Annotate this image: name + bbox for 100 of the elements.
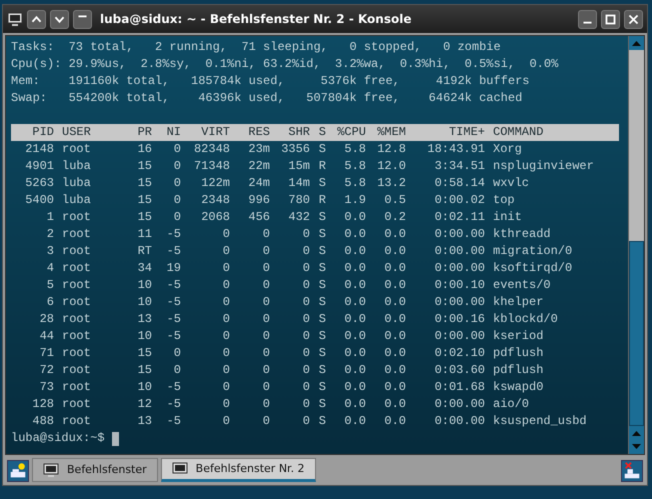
table-cell-text: 0 xyxy=(302,243,310,260)
terminal-icon xyxy=(43,462,59,478)
table-cell-text: kblockd/0 xyxy=(492,311,559,328)
scroll-up-icon[interactable] xyxy=(629,426,644,440)
table-cell-text: 0.0 xyxy=(383,226,406,243)
table-cell-text: -5 xyxy=(166,328,181,345)
table-cell-text: 0 xyxy=(222,413,230,430)
table-cell-text: 0 xyxy=(172,158,181,175)
scroll-up-icon[interactable] xyxy=(629,36,644,50)
table-cell-text: 0.0 xyxy=(343,362,366,379)
close-button[interactable] xyxy=(624,10,643,28)
table-cell-text: 456 xyxy=(247,209,270,226)
table-cell-text: 28 xyxy=(38,311,54,328)
table-cell-text: 10 xyxy=(136,379,152,396)
table-cell-text: 0:02.10 xyxy=(434,345,485,362)
table-cell-text: 10 xyxy=(136,328,152,345)
table-cell-text: S xyxy=(318,396,326,413)
table-cell-text: 0:00.00 xyxy=(434,396,485,413)
table-cell-text: pdflush xyxy=(492,345,544,362)
table-cell-text: 0 xyxy=(222,311,230,328)
minus-icon xyxy=(78,14,87,17)
table-cell-text: 0.0 xyxy=(343,345,366,362)
table-cell-text: 1 xyxy=(46,209,54,226)
table-cell-text: -5 xyxy=(166,243,181,260)
table-cell-text: 0 xyxy=(262,362,270,379)
table-cell-text: 4901 xyxy=(24,158,54,175)
terminal-icon[interactable] xyxy=(7,12,23,26)
table-cell-text: 12.0 xyxy=(376,158,406,175)
table-cell-text: S xyxy=(318,141,326,158)
summary-line: Mem: 191160k total, 185784k used, 5376k free, 4192k buffers xyxy=(11,73,530,90)
table-cell-text: 780 xyxy=(287,192,310,209)
minimize-icon xyxy=(583,21,592,24)
chevron-down-icon xyxy=(54,16,64,23)
table-cell-text: 0.0 xyxy=(383,294,406,311)
table-cell-text: 0 xyxy=(222,345,230,362)
table-cell-text: 1.9 xyxy=(343,192,366,209)
table-cell-text: 0 xyxy=(302,311,310,328)
table-cell-text: 2148 xyxy=(24,141,54,158)
table-cell-text: aio/0 xyxy=(492,396,530,413)
table-cell-text: 0 xyxy=(222,277,230,294)
table-cell-text: 0.5 xyxy=(383,192,406,209)
table-cell-text: 3 xyxy=(46,243,54,260)
table-cell-text: 0 xyxy=(262,243,270,260)
scroll-down-icon[interactable] xyxy=(629,440,644,454)
table-cell-text: S xyxy=(318,260,326,277)
table-cell-text: ksoftirqd/0 xyxy=(492,260,574,277)
chevron-down-button[interactable] xyxy=(50,10,69,28)
table-cell-text: 44 xyxy=(38,328,54,345)
table-cell-text: 6 xyxy=(46,294,54,311)
table-cell-text: 12 xyxy=(136,396,152,413)
table-cell-text: 0:00.02 xyxy=(434,192,485,209)
table-cell-text: 2348 xyxy=(200,192,230,209)
table-cell-text: kthreadd xyxy=(492,226,552,243)
table-cell-text: root xyxy=(61,277,92,294)
table-cell-text: 10 xyxy=(136,277,152,294)
table-cell-text: S xyxy=(318,362,326,379)
scrollbar-thumb[interactable] xyxy=(629,241,644,426)
table-cell-text: 15 xyxy=(136,209,152,226)
table-cell-text: 0 xyxy=(302,396,310,413)
table-cell-text: 15 xyxy=(136,362,152,379)
maximize-button[interactable] xyxy=(601,10,620,28)
table-cell-text: wxvlc xyxy=(492,175,530,192)
table-cell-text: luba xyxy=(61,192,92,209)
table-cell-text: root xyxy=(61,294,92,311)
table-cell-text: -5 xyxy=(166,311,181,328)
table-cell-text: 2068 xyxy=(200,209,230,226)
table-cell-text: 0.0 xyxy=(343,243,366,260)
table-cell-text: 22m xyxy=(247,158,270,175)
table-cell-text: root xyxy=(61,260,92,277)
table-cell-text: 0:00.00 xyxy=(434,226,485,243)
table-cell-text: 0.0 xyxy=(343,379,366,396)
table-cell-text: S xyxy=(318,277,326,294)
minus-button[interactable] xyxy=(73,10,92,28)
table-cell-text: 0.0 xyxy=(383,243,406,260)
minimize-button[interactable] xyxy=(578,10,597,28)
table-cell-text: 0 xyxy=(172,209,181,226)
table-cell-text: 0 xyxy=(222,260,230,277)
table-cell-text: 19 xyxy=(166,260,181,277)
table-cell-text: 0 xyxy=(262,396,270,413)
table-cell-text: 0 xyxy=(262,328,270,345)
table-cell-text: 5.8 xyxy=(343,175,366,192)
chevron-up-button[interactable] xyxy=(27,10,46,28)
table-cell-text: 5.8 xyxy=(343,158,366,175)
table-cell-text: 5263 xyxy=(24,175,54,192)
table-cell-text: 0 xyxy=(222,379,230,396)
table-cell-text: 0.0 xyxy=(343,260,366,277)
table-cell-text: 0.0 xyxy=(343,413,366,430)
table-cell-text: S xyxy=(318,345,326,362)
table-cell-text: init xyxy=(492,209,523,226)
session-tab[interactable]: Befehlsfenster xyxy=(32,458,158,482)
shell-prompt: luba@sidux:~$ xyxy=(11,430,105,447)
terminal-icon xyxy=(172,462,188,476)
table-cell-text: S xyxy=(318,413,326,430)
table-cell-text: 0:00.00 xyxy=(434,294,485,311)
table-cell-text: 71 xyxy=(38,345,54,362)
table-cell-text: 16 xyxy=(136,141,152,158)
table-cell-text: 0 xyxy=(302,413,310,430)
session-tab[interactable]: Befehlsfenster Nr. 2 xyxy=(160,458,316,482)
table-cell-text: 0 xyxy=(222,396,230,413)
table-cell-text: 71348 xyxy=(192,158,230,175)
